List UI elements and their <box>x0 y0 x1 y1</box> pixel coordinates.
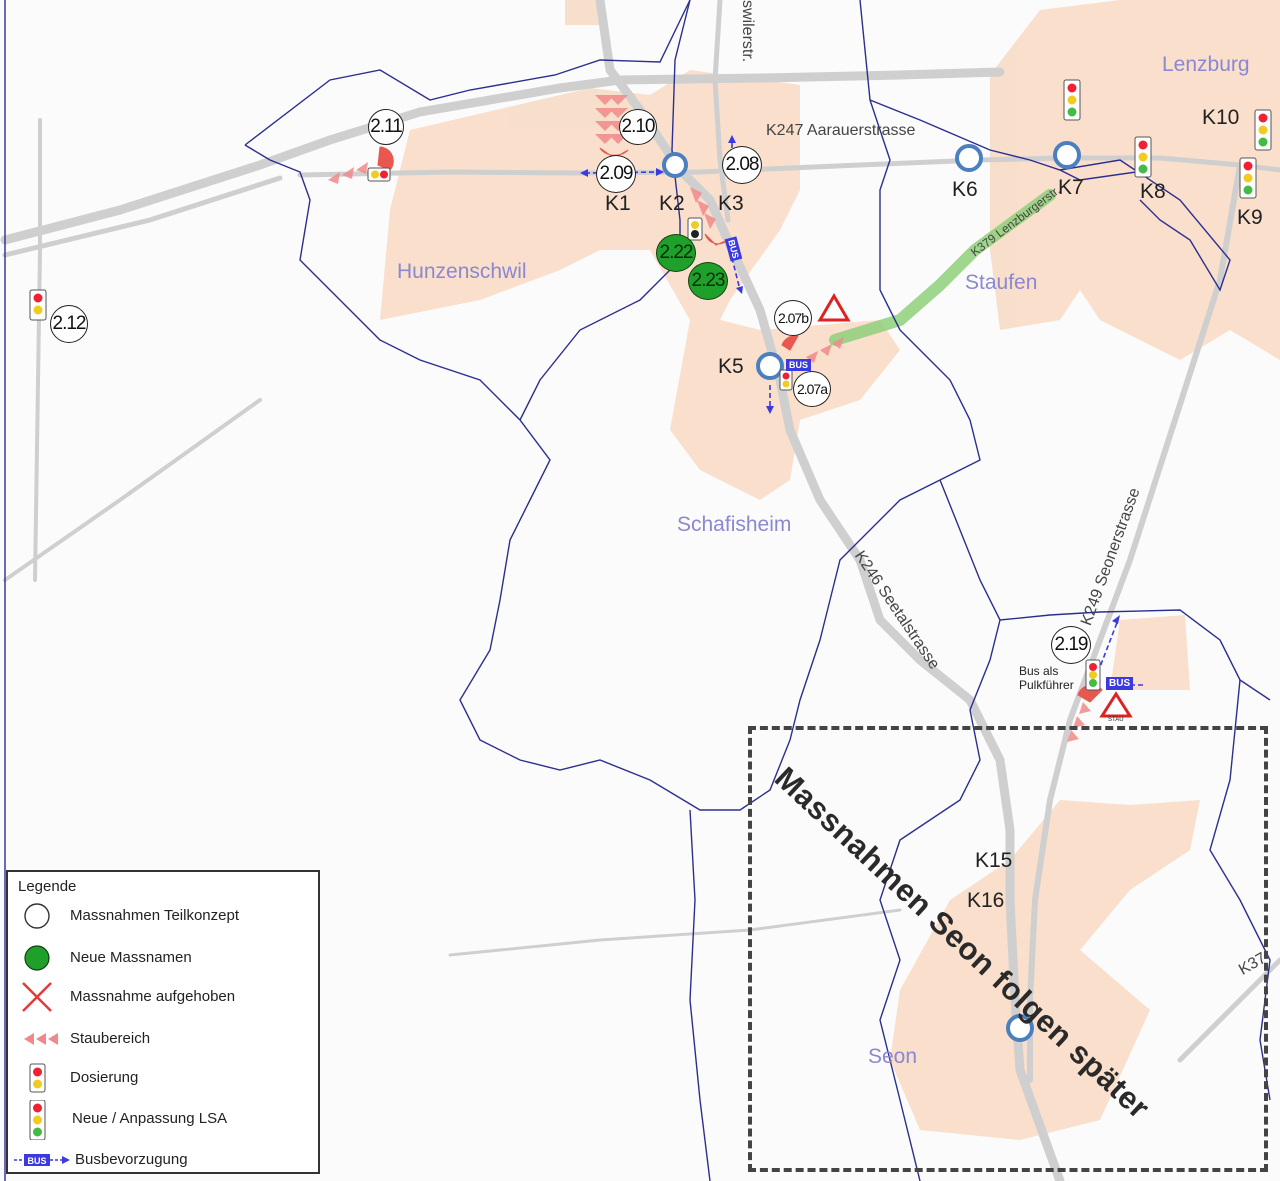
road-label-suhrewilerstr: swilerstr. <box>739 0 756 63</box>
legend-label: Massnahmen Teilkonzept <box>70 907 239 924</box>
measure-2-22[interactable]: 2.22 <box>656 234 696 272</box>
measure-2-07b[interactable]: 2.07b <box>774 300 812 336</box>
legend-item-bus: BUS Busbevorzugung <box>8 1144 320 1178</box>
node-k7: K7 <box>1058 176 1084 199</box>
legend-item-neue: Neue Massnamen <box>8 942 320 976</box>
red-cross-icon <box>22 982 52 1012</box>
queue-arrows-icon <box>24 1033 58 1045</box>
two-light-signal-icon <box>29 1063 46 1093</box>
place-staufen: Staufen <box>965 271 1038 294</box>
measure-2-11[interactable]: 2.11 <box>368 109 404 145</box>
legend-label: Neue / Anpassung LSA <box>72 1110 228 1127</box>
svg-text:BUS: BUS <box>27 1156 46 1166</box>
place-hunzenschwil: Hunzenschwil <box>397 260 527 283</box>
place-schafisheim: Schafisheim <box>677 513 792 536</box>
measure-2-09[interactable]: 2.09 <box>596 155 636 193</box>
legend: Legende Massnahmen Teilkonzept Neue Mass… <box>6 870 320 1174</box>
place-lenzburg: Lenzburg <box>1162 53 1250 76</box>
measure-2-19[interactable]: 2.19 <box>1051 626 1091 664</box>
legend-item-teilkonzept: Massnahmen Teilkonzept <box>8 900 320 934</box>
legend-label: Neue Massnamen <box>70 949 192 966</box>
node-k10: K10 <box>1202 106 1240 129</box>
node-k8: K8 <box>1140 180 1166 203</box>
legend-label: Busbevorzugung <box>75 1151 188 1168</box>
node-k1: K1 <box>605 192 631 215</box>
stau-tag: STAU <box>1108 717 1124 723</box>
bus-priority-icon: BUS <box>14 1154 70 1166</box>
node-k3: K3 <box>718 192 744 215</box>
measure-2-23[interactable]: 2.23 <box>688 262 728 300</box>
legend-label: Staubereich <box>70 1030 151 1047</box>
legend-item-staubereich: Staubereich <box>8 1023 320 1057</box>
legend-label: Dosierung <box>70 1069 139 1086</box>
legend-title: Legende <box>18 878 77 895</box>
measure-2-12[interactable]: 2.12 <box>50 305 88 343</box>
bus-tag-seon: BUS <box>1106 677 1134 690</box>
road-label-k247: K247 Aarauerstrasse <box>766 122 916 139</box>
legend-item-lsa: Neue / Anpassung LSA <box>8 1100 320 1140</box>
white-circle-icon <box>24 903 50 929</box>
node-k2: K2 <box>659 192 685 215</box>
green-circle-icon <box>24 945 50 971</box>
legend-item-aufgehoben: Massnahme aufgehoben <box>8 981 320 1015</box>
bus-pulk-note: Bus als Pulkführer <box>1019 664 1074 692</box>
node-k5: K5 <box>718 355 744 378</box>
measure-2-10[interactable]: 2.10 <box>619 109 657 145</box>
legend-label: Massnahme aufgehoben <box>70 988 236 1005</box>
bus-tag-k5: BUS <box>786 359 812 371</box>
three-light-signal-icon <box>29 1100 46 1140</box>
node-k9: K9 <box>1237 206 1263 229</box>
legend-item-dosierung: Dosierung <box>8 1062 320 1096</box>
measure-2-07a[interactable]: 2.07a <box>793 371 831 407</box>
measure-2-08[interactable]: 2.08 <box>722 146 762 184</box>
node-k6: K6 <box>952 178 978 201</box>
